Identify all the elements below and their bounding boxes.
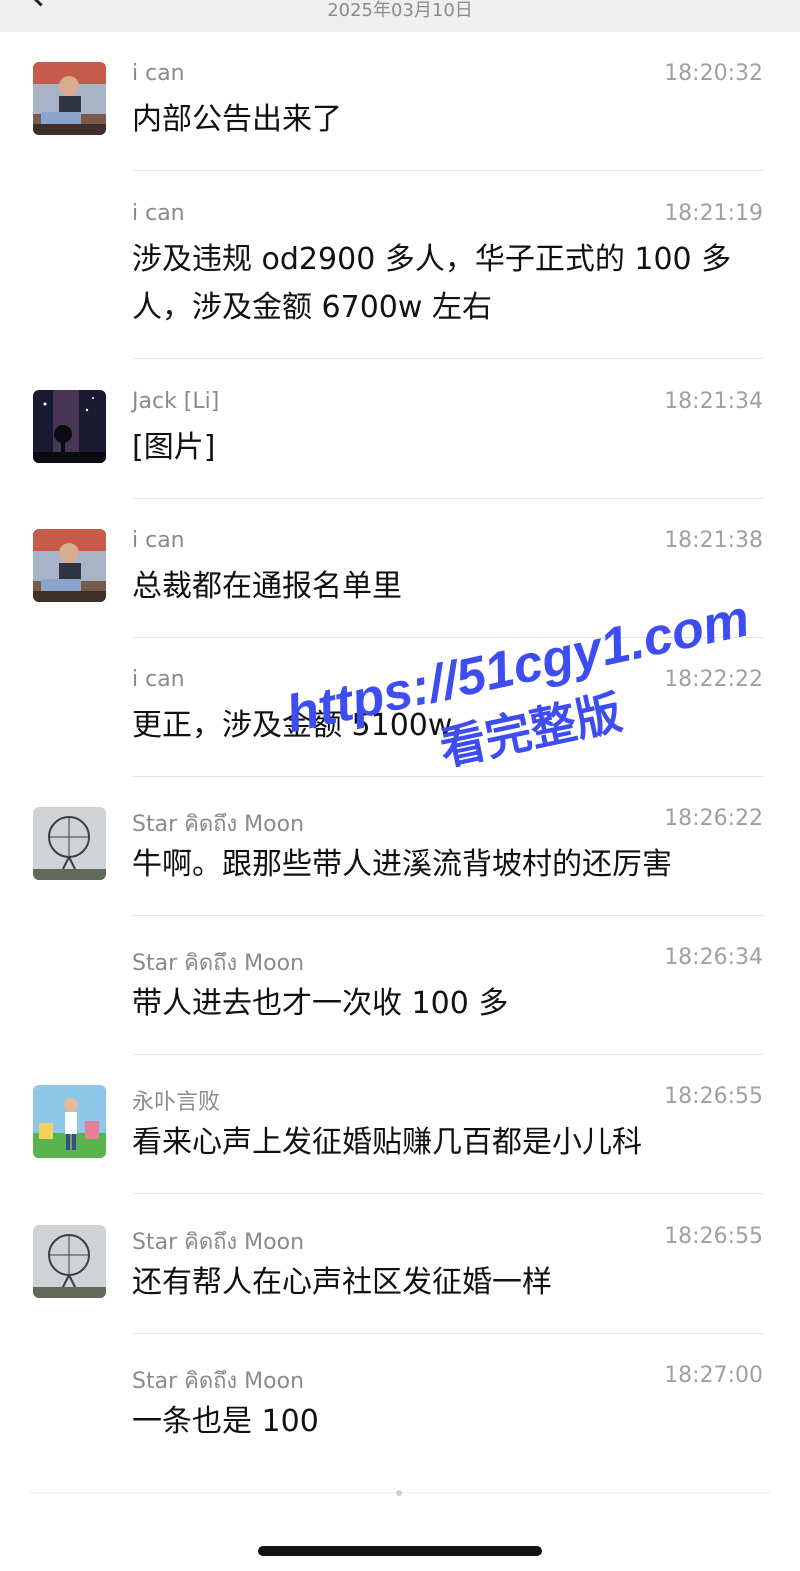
chat-date: 2025年03月10日 [327, 0, 473, 21]
message-time: 18:26:22 [664, 806, 763, 831]
divider [132, 637, 763, 638]
message-sender: Star คิดถึง Moon [132, 812, 305, 837]
message-time: 18:21:19 [664, 201, 763, 226]
avatar-jack-image [33, 390, 106, 463]
message-sender: i can [132, 528, 185, 553]
divider [132, 170, 763, 171]
avatar[interactable] [33, 390, 106, 463]
message-time: 18:20:32 [664, 61, 763, 86]
message-time: 18:26:55 [664, 1084, 763, 1109]
message-sender: Star คิดถึง Moon [132, 1230, 305, 1255]
message-sender: i can [132, 667, 185, 692]
avatar[interactable] [33, 807, 106, 880]
message-text: 还有帮人在心声社区发征婚一样 [132, 1265, 552, 1300]
message-sender: Star คิดถึง Moon [132, 951, 305, 976]
divider [132, 358, 763, 359]
avatar-i-can-image [33, 62, 106, 135]
message-text: 涉及违规 od2900 多人，华子正式的 100 多人，涉及金额 6700w 左… [132, 242, 732, 325]
avatar-star-image [33, 807, 106, 880]
message-time: 18:21:34 [664, 389, 763, 414]
message-sender: i can [132, 61, 185, 86]
message-text: 看来心声上发征婚贴赚几百都是小儿科 [132, 1125, 642, 1160]
avatar-yong-image [33, 1085, 106, 1158]
message-time: 18:22:22 [664, 667, 763, 692]
top-bar: 2025年03月10日 [0, 0, 800, 32]
avatar-star-image [33, 1225, 106, 1298]
message-time: 18:26:55 [664, 1224, 763, 1249]
page-indicator-dot [396, 1490, 402, 1496]
divider [132, 776, 763, 777]
avatar[interactable] [33, 62, 106, 135]
message-text: 带人进去也才一次收 100 多 [132, 986, 509, 1021]
message-sender: 永卟言败 [132, 1090, 221, 1115]
message-text: 更正，涉及金额 5100w [132, 708, 453, 743]
avatar[interactable] [33, 529, 106, 602]
divider [132, 1333, 763, 1334]
avatar[interactable] [33, 1225, 106, 1298]
message-text[interactable]: [图片] [132, 424, 772, 472]
divider [132, 498, 763, 499]
message-text: 一条也是 100 [132, 1404, 319, 1439]
divider [132, 1193, 763, 1194]
message-text: 总裁都在通报名单里 [132, 569, 402, 604]
message-sender: Jack [Li] [132, 389, 220, 414]
message-text: 内部公告出来了 [132, 102, 342, 137]
home-indicator[interactable] [258, 1546, 542, 1556]
message-sender: i can [132, 201, 185, 226]
avatar-i-can-image [33, 529, 106, 602]
divider [132, 915, 763, 916]
message-time: 18:26:34 [664, 945, 763, 970]
message-sender: Star คิดถึง Moon [132, 1369, 305, 1394]
divider [132, 1054, 763, 1055]
message-time: 18:21:38 [664, 528, 763, 553]
message-time: 18:27:00 [664, 1363, 763, 1388]
message-text: 牛啊。跟那些带人进溪流背坡村的还厉害 [132, 847, 672, 882]
avatar[interactable] [33, 1085, 106, 1158]
